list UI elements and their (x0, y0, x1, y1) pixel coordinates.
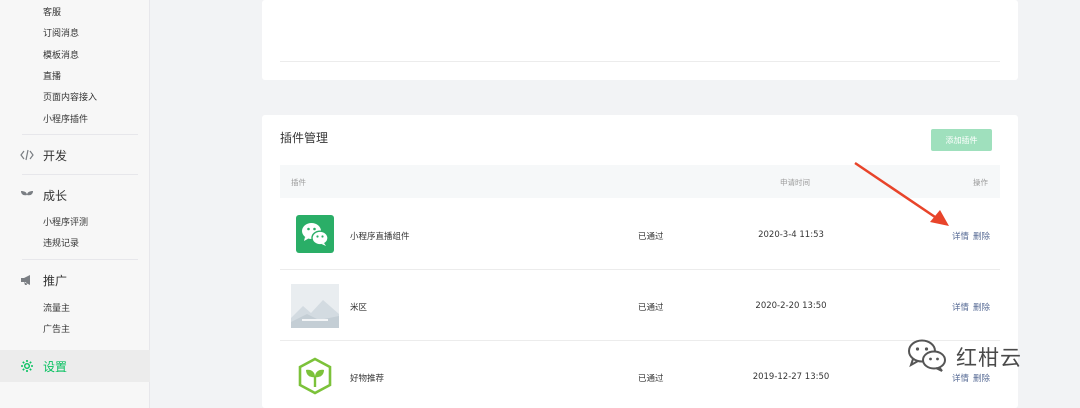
sidebar-item-evaluation[interactable]: 小程序评测 (43, 217, 88, 229)
sidebar-item-page-content[interactable]: 页面内容接入 (43, 92, 97, 104)
page-title: 插件管理 (280, 131, 329, 145)
sidebar-section-label: 成长 (43, 188, 68, 203)
sidebar-item-miniprogram-plugin[interactable]: 小程序插件 (43, 114, 88, 126)
sidebar-item-template-msg[interactable]: 模板消息 (43, 50, 79, 62)
sidebar-item-subscribe-msg[interactable]: 订阅消息 (43, 28, 79, 40)
mountain-image-icon (291, 284, 339, 328)
code-icon (20, 148, 34, 162)
top-card (262, 0, 1018, 80)
plugin-apply-time: 2019-12-27 13:50 (752, 372, 830, 382)
plugin-apply-time: 2020-2-20 13:50 (755, 301, 827, 311)
plugin-name: 好物推荐 (350, 374, 385, 384)
sidebar-item-customer-service[interactable]: 客服 (43, 7, 61, 19)
sprout-box-icon (296, 357, 334, 395)
sidebar-section-label: 推广 (43, 273, 68, 288)
gear-icon (20, 359, 34, 373)
sprout-icon (20, 188, 34, 202)
sidebar-item-advertiser[interactable]: 广告主 (43, 324, 70, 336)
plugin-management-card: 插件管理 添加插件 插件 申请时间 操作 小程序直播组件 已通过 2020-3-… (262, 115, 1018, 408)
column-apply-time: 申请时间 (780, 178, 810, 187)
watermark-text: 红柑云 (956, 346, 1022, 370)
add-plugin-button[interactable]: 添加插件 (931, 129, 992, 151)
sidebar-section-settings[interactable]: 设置 (20, 358, 67, 374)
table-header: 插件 申请时间 操作 (280, 165, 1000, 198)
table-row: 米区 已通过 2020-2-20 13:50 详情 删除 (280, 270, 1000, 341)
plugin-name: 米区 (350, 303, 368, 313)
wechat-icon (296, 215, 334, 253)
column-plugin: 插件 (291, 178, 306, 187)
sidebar: 客服 订阅消息 模板消息 直播 页面内容接入 小程序插件 开发 成长 小程序评测… (0, 0, 150, 408)
column-actions: 操作 (973, 178, 988, 187)
sidebar-item-live[interactable]: 直播 (43, 71, 61, 83)
divider (22, 134, 138, 135)
sidebar-item-violations[interactable]: 违规记录 (43, 238, 79, 250)
detail-link[interactable]: 详情 (952, 303, 969, 313)
table-row: 小程序直播组件 已通过 2020-3-4 11:53 详情 删除 (280, 199, 1000, 270)
row-actions: 详情 删除 (948, 230, 990, 242)
sidebar-section-growth[interactable]: 成长 (20, 187, 67, 203)
sidebar-item-traffic-owner[interactable]: 流量主 (43, 303, 70, 315)
wechat-outline-icon (906, 338, 948, 376)
delete-link[interactable]: 删除 (973, 232, 990, 242)
table-row: 好物推荐 已通过 2019-12-27 13:50 详情 删除 (280, 341, 1000, 408)
watermark: 红柑云 (906, 338, 1022, 376)
divider (280, 61, 1000, 62)
sidebar-section-promote[interactable]: 推广 (20, 272, 67, 288)
sidebar-section-label: 设置 (43, 359, 68, 374)
row-actions: 详情 删除 (948, 301, 990, 313)
plugin-name: 小程序直播组件 (350, 232, 410, 242)
sidebar-section-develop[interactable]: 开发 (20, 147, 67, 163)
divider (22, 174, 138, 175)
plugin-status: 已通过 (638, 303, 664, 313)
divider (22, 259, 138, 260)
detail-link[interactable]: 详情 (952, 232, 969, 242)
sidebar-section-label: 开发 (43, 148, 68, 163)
plugin-status: 已通过 (638, 232, 664, 242)
plugin-status: 已通过 (638, 374, 664, 384)
plugin-apply-time: 2020-3-4 11:53 (758, 230, 824, 240)
megaphone-icon (20, 273, 34, 287)
delete-link[interactable]: 删除 (973, 303, 990, 313)
